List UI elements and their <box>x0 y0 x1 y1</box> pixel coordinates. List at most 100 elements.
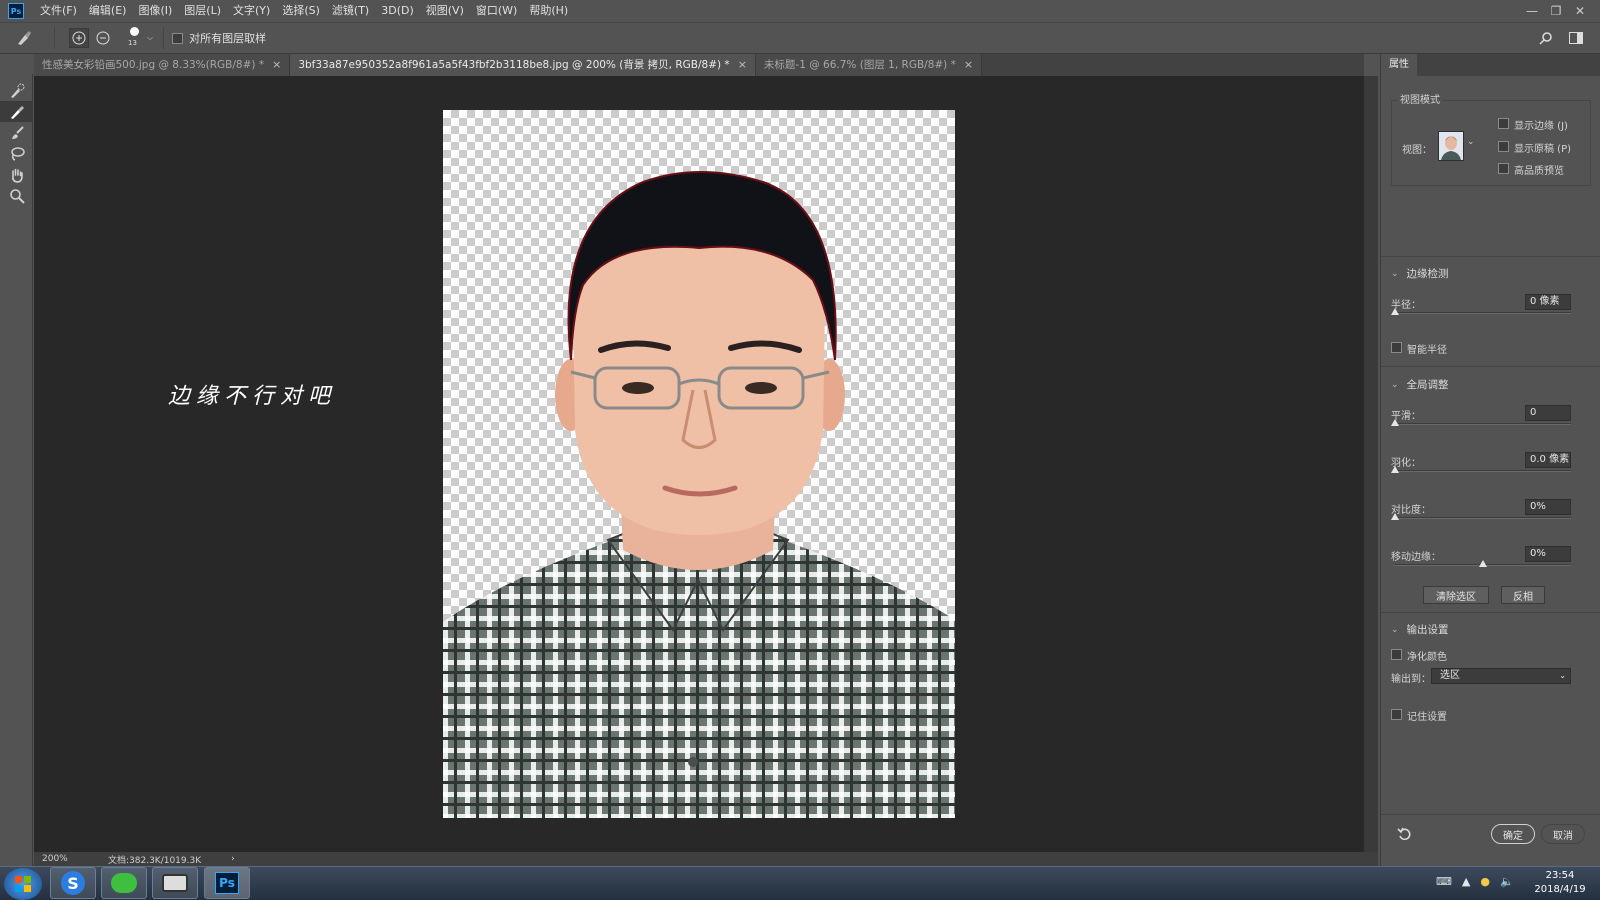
output-to-select[interactable]: 选区 ⌄ <box>1431 668 1571 684</box>
view-mode-group: 视图模式 视图： ⌄ 显示边缘 (J) 显示原稿 (P) 高品质预览 <box>1391 91 1591 186</box>
remember-settings-checkbox[interactable] <box>1391 709 1402 720</box>
brush-tool-icon[interactable] <box>0 122 33 143</box>
chevron-down-icon: ⌄ <box>1391 268 1399 279</box>
contrast-input[interactable]: 0% <box>1525 499 1571 515</box>
status-bar: 200% 文档:382.3K/1019.3K › <box>34 852 1378 866</box>
document-canvas[interactable] <box>443 110 955 818</box>
zoom-tool-icon[interactable] <box>0 185 33 206</box>
smooth-input[interactable]: 0 <box>1525 405 1571 421</box>
status-menu-arrow-icon[interactable]: › <box>231 854 235 864</box>
keyboard-icon[interactable]: ⌨ <box>1436 875 1452 888</box>
brush-size-picker[interactable]: 13 <box>125 25 145 51</box>
menu-edit[interactable]: 编辑(E) <box>83 0 133 22</box>
menu-view[interactable]: 视图(V) <box>420 0 470 22</box>
feather-input[interactable]: 0.0 像素 <box>1525 452 1571 468</box>
shift-edge-slider-thumb[interactable] <box>1479 560 1487 567</box>
tab-label: 3bf33a87e950352a8f961a5a5f43fbf2b3118be8… <box>298 59 730 71</box>
view-thumbnail[interactable] <box>1438 131 1464 161</box>
volume-icon[interactable]: 🔈 <box>1500 875 1514 888</box>
zoom-level[interactable]: 200% <box>42 854 102 864</box>
tray-expand-icon[interactable]: ▲ <box>1462 875 1470 888</box>
close-tab-icon[interactable]: × <box>964 54 973 76</box>
divider <box>1381 814 1600 815</box>
vertical-scrollbar[interactable] <box>1364 76 1378 852</box>
smooth-slider-track[interactable] <box>1391 419 1571 426</box>
quick-selection-tool-icon[interactable] <box>0 80 33 101</box>
refine-brush-icon[interactable] <box>14 28 34 48</box>
menu-3d[interactable]: 3D(D) <box>375 0 420 22</box>
menu-file[interactable]: 文件(F) <box>34 0 83 22</box>
subtract-from-selection-icon[interactable] <box>93 28 113 48</box>
output-settings-header[interactable]: ⌄ 输出设置 <box>1391 622 1449 637</box>
close-tab-icon[interactable]: × <box>272 54 281 76</box>
lasso-tool-icon[interactable] <box>0 143 33 164</box>
global-adjust-header[interactable]: ⌄ 全局调整 <box>1391 377 1449 392</box>
sample-all-layers-checkbox[interactable] <box>172 32 184 44</box>
document-tab[interactable]: 性感美女彩铅画500.jpg @ 8.33%(RGB/8#) * × <box>34 54 291 76</box>
contrast-slider-track[interactable] <box>1391 513 1571 520</box>
photoshop-app-icon[interactable]: Ps <box>204 867 250 899</box>
show-edge-checkbox[interactable] <box>1498 118 1509 129</box>
contrast-slider-thumb[interactable] <box>1391 513 1399 520</box>
show-original-label: 显示原稿 (P) <box>1514 144 1572 155</box>
hand-tool-icon[interactable] <box>0 164 33 185</box>
shift-edge-slider-track[interactable] <box>1395 560 1571 567</box>
smooth-slider-thumb[interactable] <box>1391 419 1399 426</box>
document-tab-active[interactable]: 3bf33a87e950352a8f961a5a5f43fbf2b3118be8… <box>290 54 756 76</box>
restore-icon[interactable]: ❐ <box>1544 2 1568 20</box>
output-to-label: 输出到： <box>1391 674 1431 685</box>
ok-button[interactable]: 确定 <box>1491 824 1535 844</box>
menu-window[interactable]: 窗口(W) <box>470 0 523 22</box>
divider <box>1381 256 1600 257</box>
feather-slider-thumb[interactable] <box>1391 466 1399 473</box>
refine-edge-brush-tool-icon[interactable] <box>0 101 33 122</box>
smart-radius-checkbox[interactable] <box>1391 342 1402 353</box>
document-tab[interactable]: 未标题-1 @ 66.7% (图层 1, RGB/8#) * × <box>755 54 983 76</box>
menu-type[interactable]: 文字(Y) <box>227 0 276 22</box>
menu-help[interactable]: 帮助(H) <box>523 0 574 22</box>
shift-edge-input[interactable]: 0% <box>1525 546 1571 562</box>
menu-bar: Ps 文件(F) 编辑(E) 图像(I) 图层(L) 文字(Y) 选择(S) 滤… <box>0 0 1600 22</box>
view-dropdown-icon[interactable]: ⌄ <box>1467 137 1475 147</box>
search-icon[interactable] <box>1536 28 1556 48</box>
menu-filter[interactable]: 滤镜(T) <box>326 0 375 22</box>
minimize-icon[interactable]: — <box>1520 2 1544 20</box>
show-original-checkbox[interactable] <box>1498 141 1509 152</box>
chevron-down-icon: ⌄ <box>1559 671 1566 680</box>
clear-selection-button[interactable]: 清除选区 <box>1423 586 1489 604</box>
add-to-selection-icon[interactable] <box>69 28 89 48</box>
radius-slider-thumb[interactable] <box>1391 308 1399 315</box>
start-button-icon[interactable] <box>4 868 42 900</box>
properties-tab[interactable]: 属性 <box>1381 54 1417 76</box>
workspace-icon[interactable] <box>1566 28 1586 48</box>
close-window-icon[interactable]: ✕ <box>1568 2 1592 20</box>
feather-slider-track[interactable] <box>1391 466 1571 473</box>
qq-icon[interactable]: ● <box>1480 875 1490 888</box>
invert-button[interactable]: 反相 <box>1501 586 1545 604</box>
sogou-app-icon[interactable]: S <box>50 867 96 899</box>
cancel-button[interactable]: 取消 <box>1541 824 1585 844</box>
reset-icon[interactable] <box>1397 826 1413 842</box>
tab-label: 未标题-1 @ 66.7% (图层 1, RGB/8#) * <box>763 59 956 71</box>
brush-size-dropdown-icon[interactable]: ⌵ <box>147 33 153 43</box>
menu-image[interactable]: 图像(I) <box>132 0 178 22</box>
shift-edge-label: 移动边缘： <box>1391 552 1441 563</box>
clock[interactable]: 23:54 2018/4/19 <box>1528 869 1592 897</box>
camera-app-icon[interactable] <box>152 867 198 899</box>
sample-all-layers-label: 对所有图层取样 <box>189 32 267 45</box>
menu-select[interactable]: 选择(S) <box>276 0 326 22</box>
radius-slider-track[interactable] <box>1391 308 1571 315</box>
edge-detection-header[interactable]: ⌄ 边缘检测 <box>1391 266 1449 281</box>
menu-layer[interactable]: 图层(L) <box>178 0 227 22</box>
chevron-down-icon: ⌄ <box>1391 624 1399 635</box>
hq-preview-checkbox[interactable] <box>1498 163 1509 174</box>
wechat-app-icon[interactable] <box>101 867 147 899</box>
close-tab-icon[interactable]: × <box>738 54 747 76</box>
tools-panel <box>0 74 33 866</box>
radius-input[interactable]: 0 像素 <box>1525 294 1571 310</box>
output-to-value: 选区 <box>1440 670 1460 681</box>
clock-date: 2018/4/19 <box>1534 884 1586 895</box>
decontaminate-checkbox[interactable] <box>1391 649 1402 660</box>
view-label: 视图： <box>1402 145 1432 156</box>
clock-time: 23:54 <box>1545 870 1575 881</box>
